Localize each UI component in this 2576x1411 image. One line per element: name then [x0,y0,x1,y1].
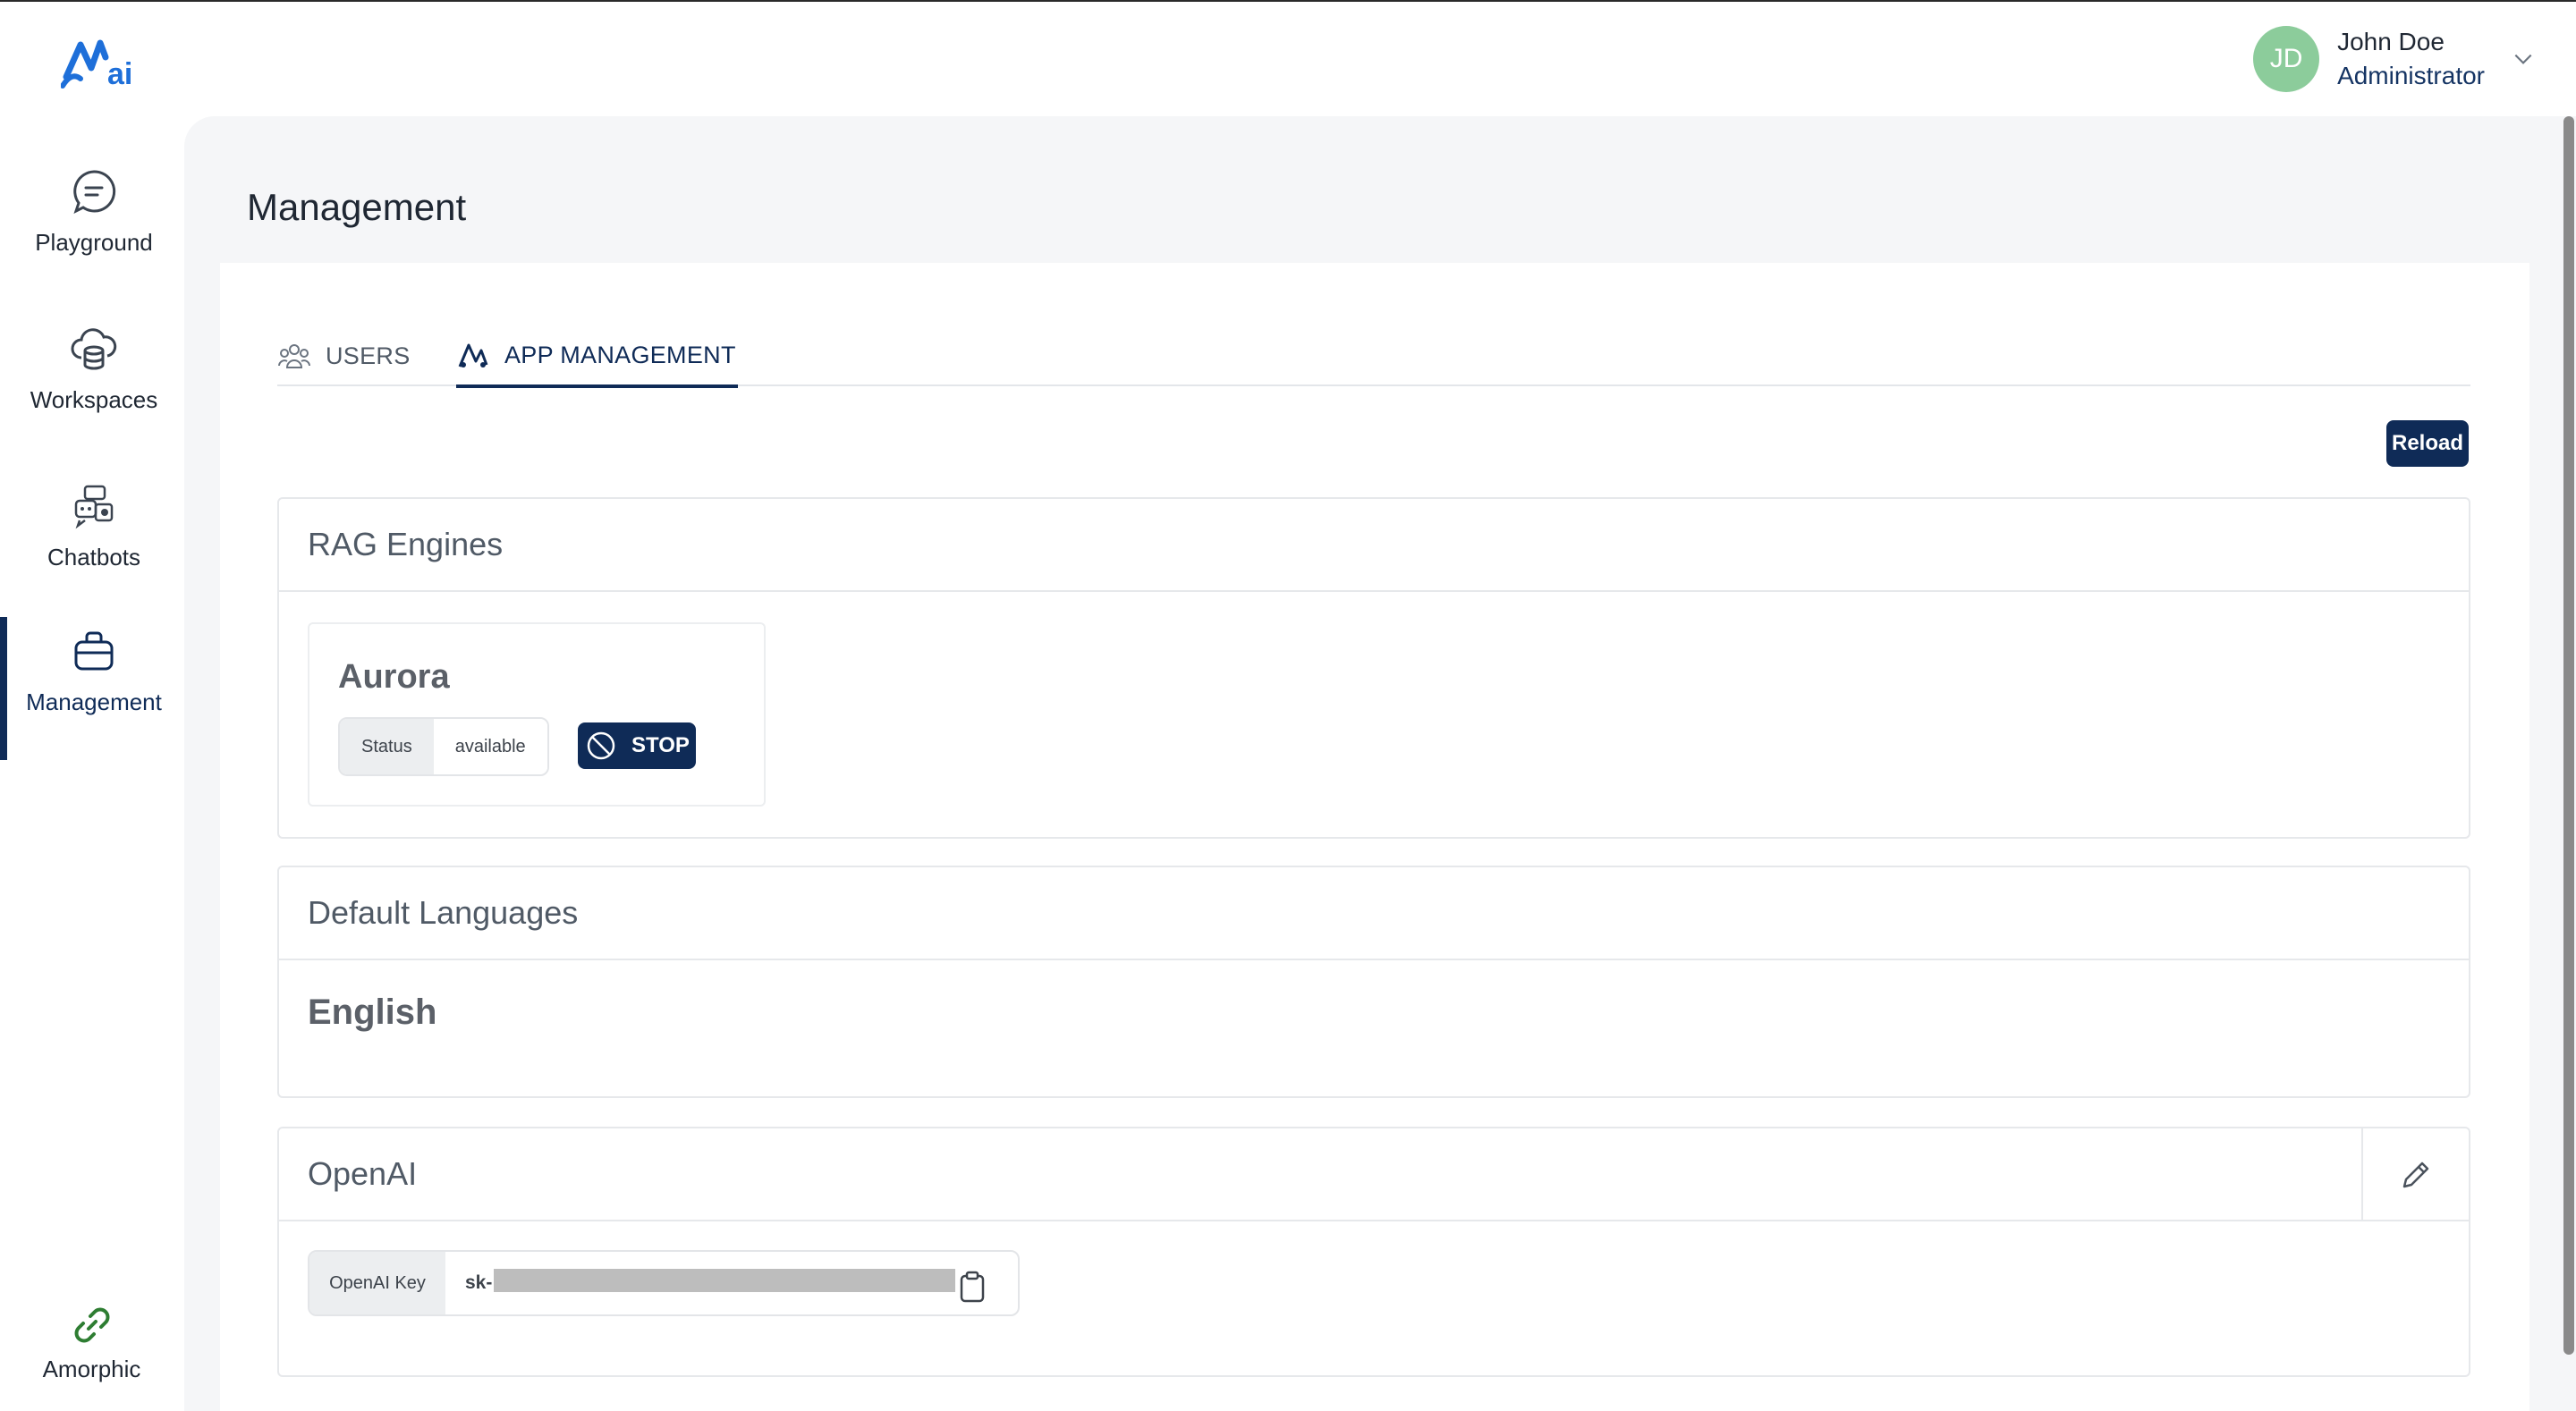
openai-card: OpenAI OpenAI Key sk- [277,1127,2470,1377]
scrollbar[interactable] [2563,116,2574,1355]
stop-button[interactable]: STOP [578,722,696,769]
sidebar-item-label: Management [26,689,162,715]
user-name: John Doe [2337,28,2445,55]
tab-users[interactable]: USERS [277,325,411,386]
sidebar-item-chatbots[interactable]: Chatbots [0,472,188,615]
default-languages-card: Default Languages English [277,866,2470,1098]
default-language: English [308,993,437,1032]
amorphic-ai-logo[interactable]: ai [61,32,138,89]
openai-key-label: OpenAI Key [309,1252,445,1314]
status-badge: Status available [338,717,549,776]
engine-name: Aurora [338,658,450,696]
tab-label: APP MANAGEMENT [504,341,736,368]
engine-card: Aurora Status available STOP [308,622,766,807]
avatar[interactable]: JD [2253,26,2320,92]
briefcase-icon [74,631,114,671]
card-header: OpenAI [279,1128,2469,1221]
openai-key-prefix: sk- [465,1272,493,1293]
amorphic-label: Amorphic [42,1356,141,1382]
tab-bar: USERS APP MANAGEMENT [277,325,2470,388]
card-header: Default Languages [279,867,2469,960]
chat-bubble-icon [73,170,116,214]
user-info: John Doe Administrator [2337,25,2485,93]
stop-label: STOP [631,733,690,757]
edit-button[interactable] [2361,1128,2469,1221]
cloud-database-icon [71,328,117,370]
sidebar-item-label: Workspaces [30,386,158,413]
user-role: Administrator [2337,62,2485,89]
content-card: USERS APP MANAGEMENT Reload RAG Engines … [220,263,2529,1411]
sidebar-item-management[interactable]: Management [0,617,188,760]
pencil-icon [2402,1162,2429,1188]
user-menu[interactable]: JD John Doe Administrator [2253,25,2535,93]
openai-key-mask [494,1269,956,1292]
chatbot-icon [74,485,114,529]
status-value: available [433,719,547,774]
card-title: Default Languages [308,894,579,931]
tab-label: USERS [326,342,411,369]
openai-key-field: OpenAI Key sk- [308,1250,1020,1316]
svg-text:ai: ai [107,57,132,89]
app-icon [458,343,488,368]
clipboard-icon[interactable] [957,1270,987,1304]
sidebar-item-label: Chatbots [47,544,141,570]
users-icon [278,344,310,368]
link-icon [74,1307,109,1343]
sidebar-item-label: Playground [35,229,153,256]
ban-icon [587,731,615,760]
main-panel: Management USERS APP MANAGEMENT Reload R… [184,116,2576,1411]
tab-app-management[interactable]: APP MANAGEMENT [456,325,738,388]
card-title: OpenAI [308,1155,418,1192]
status-key: Status [340,719,434,774]
amorphic-link[interactable]: Amorphic [0,1304,183,1383]
reload-button[interactable]: Reload [2386,420,2469,467]
sidebar-item-playground[interactable]: Playground [0,157,188,300]
chevron-down-icon[interactable] [2512,47,2535,71]
page-title: Management [247,186,467,228]
card-header: RAG Engines [279,499,2469,592]
card-title: RAG Engines [308,526,504,562]
sidebar-item-workspaces[interactable]: Workspaces [0,315,188,458]
openai-key-value: sk- [445,1252,1018,1314]
rag-engines-card: RAG Engines Aurora Status available STOP [277,497,2470,839]
window-top-border [0,0,2576,2]
